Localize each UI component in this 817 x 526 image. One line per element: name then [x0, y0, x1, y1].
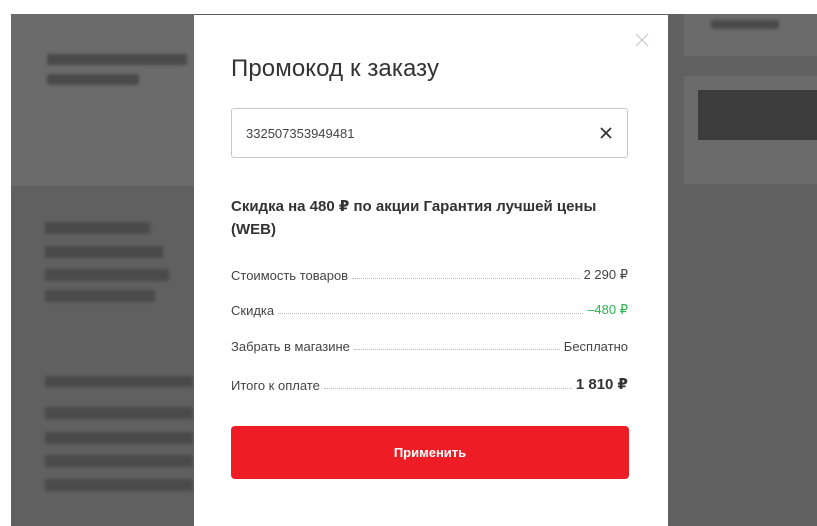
background-card [11, 14, 194, 186]
background-text-blur [45, 376, 193, 387]
modal-title: Промокод к заказу [231, 55, 440, 82]
dotted-leader [352, 277, 580, 279]
background-text-blur [45, 246, 163, 258]
background-text-blur [711, 20, 779, 29]
clear-icon[interactable] [597, 124, 615, 142]
background-text-blur [47, 74, 139, 85]
background-text-blur [45, 455, 193, 467]
background-text-blur [45, 479, 193, 491]
background-text-blur [45, 222, 150, 234]
summary-row-total: Итого к оплате 1 810 ₽ [231, 375, 628, 393]
background-text-blur [45, 290, 155, 302]
dotted-leader [323, 387, 572, 389]
summary-row-pickup: Забрать в магазине Бесплатно [231, 336, 628, 354]
dotted-leader [353, 348, 560, 350]
promo-code-modal: Промокод к заказу Скидка на 480 ₽ по акц… [194, 15, 668, 526]
background-text-blur [45, 432, 193, 444]
discount-headline: Скидка на 480 ₽ по акции Гарантия лучшей… [231, 198, 597, 238]
summary-value: Бесплатно [563, 339, 628, 354]
apply-button[interactable]: Применить [231, 426, 629, 479]
background-text-blur [47, 54, 187, 65]
summary-value-total: 1 810 ₽ [575, 376, 628, 393]
close-icon[interactable] [632, 30, 652, 50]
summary-value-discount: –480 ₽ [587, 302, 628, 317]
summary-value: 2 290 ₽ [583, 267, 628, 282]
summary-label: Стоимость товаров [231, 268, 349, 283]
promo-code-input[interactable] [232, 109, 582, 157]
summary-row-discount: Скидка –480 ₽ [231, 300, 628, 318]
summary-label: Итого к оплате [231, 378, 320, 393]
background-text-blur [45, 269, 169, 281]
promo-code-field [231, 108, 628, 158]
summary-label: Скидка [231, 303, 275, 318]
dotted-leader [278, 312, 584, 314]
background-button-blur [698, 90, 817, 140]
background-text-blur [45, 407, 193, 419]
summary-row-goods-cost: Стоимость товаров 2 290 ₽ [231, 265, 628, 283]
summary-label: Забрать в магазине [231, 339, 350, 354]
